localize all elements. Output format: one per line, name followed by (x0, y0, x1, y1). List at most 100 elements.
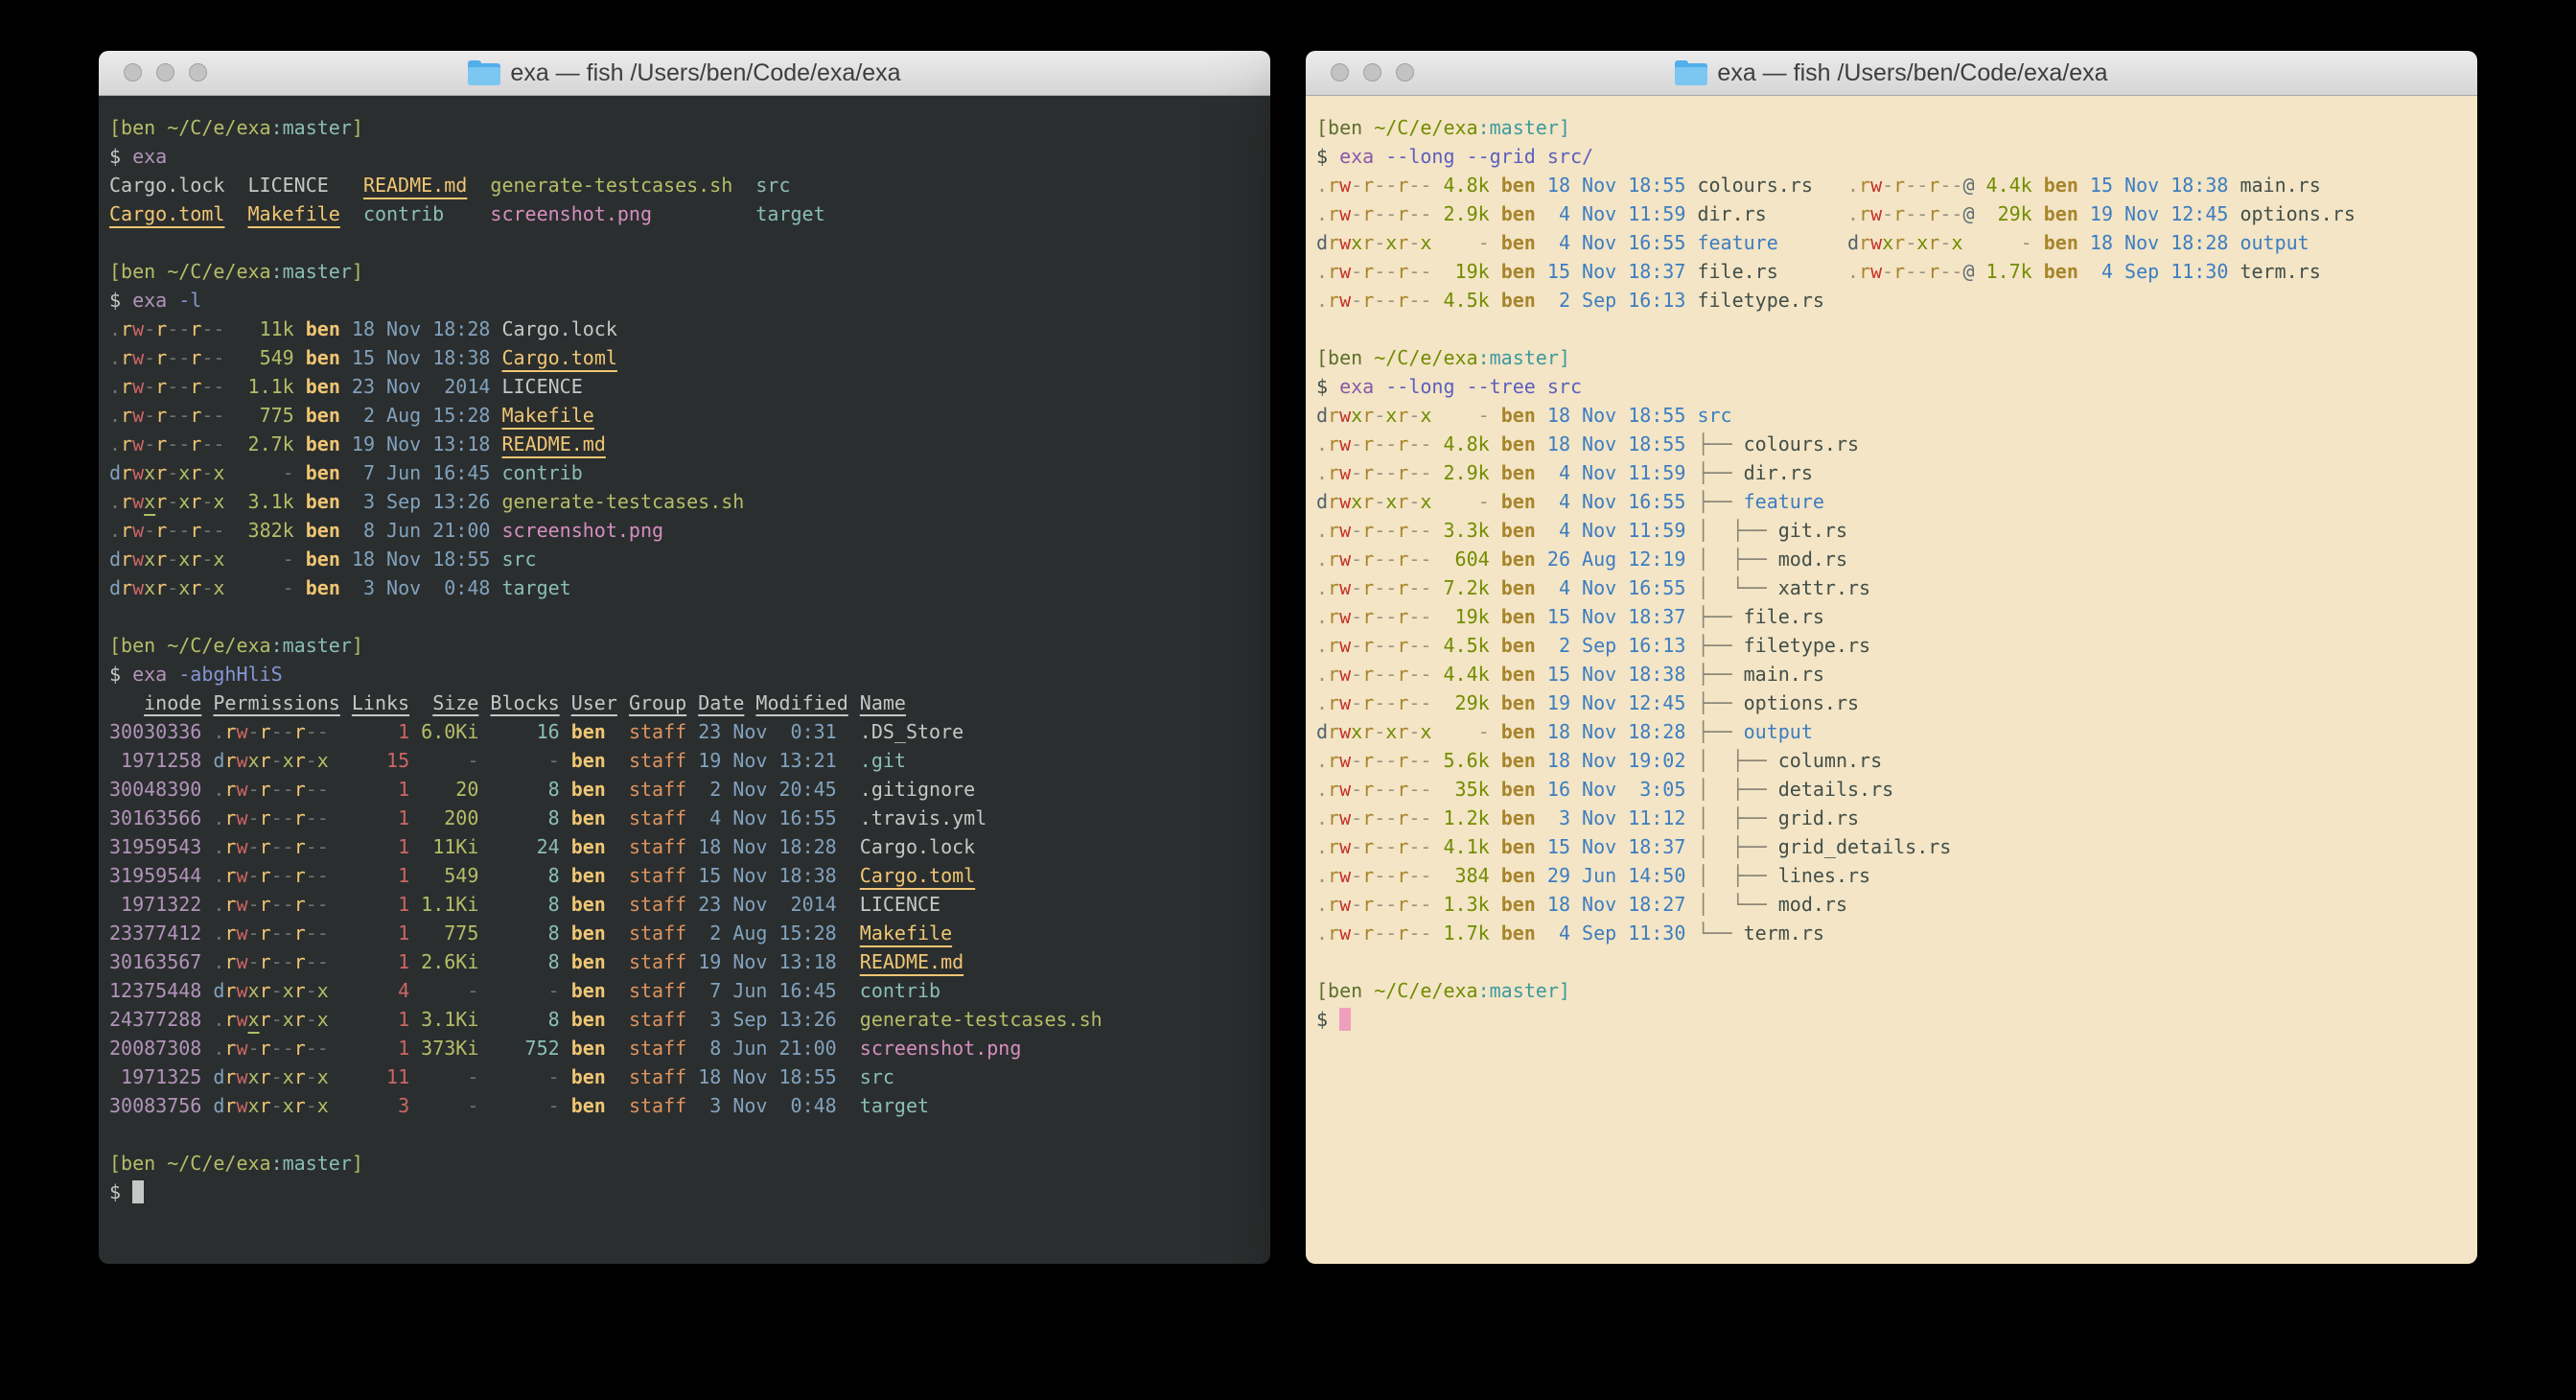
text-run: 15 Nov 18:38 (340, 346, 491, 369)
terminal-line: .rw-r--r-- 2.9k ben 4 Nov 11:59 ├── dir.… (1316, 458, 2477, 487)
text-run: options.rs (1744, 691, 1859, 714)
text-run: - (248, 806, 260, 829)
zoom-button[interactable] (189, 63, 207, 82)
text-run: $ (1316, 145, 1339, 168)
text-run: Blocks (490, 691, 559, 714)
traffic-lights (1331, 63, 1414, 82)
text-run: . (109, 404, 121, 427)
text-run: -- (1408, 548, 1431, 571)
text-run: ben (1490, 289, 1536, 312)
text-run: Date (698, 691, 744, 714)
text-run: ben (1490, 174, 1536, 197)
text-run: . (1847, 174, 1859, 197)
text-run: 7 Jun 16:45 (686, 979, 837, 1002)
text-run: r (224, 922, 236, 945)
text-run: ben (560, 1037, 606, 1060)
text-run: 4 Nov 11:59 (1536, 461, 1686, 484)
text-run: 30083756 (109, 1094, 201, 1117)
terminal-line: .rw-r--r-- 1.2k ben 3 Nov 11:12 │ ├── gr… (1316, 804, 2477, 832)
text-run: d (1316, 231, 1328, 254)
text-run: r (190, 432, 201, 455)
text-run: -- (306, 778, 329, 801)
text-run (744, 691, 755, 714)
text-run: . (1316, 289, 1328, 312)
text-run: -- (1905, 260, 1928, 283)
text-run: - (306, 749, 317, 772)
text-run: │ ├── (1685, 864, 1777, 887)
text-run: w (1870, 231, 1882, 254)
text-run: -- (1408, 893, 1431, 916)
text-run: 16 (478, 720, 559, 743)
text-run: git.rs (1778, 519, 1847, 542)
text-run: w (236, 979, 247, 1002)
text-run: - (167, 548, 178, 571)
text-run: ├── (1685, 720, 1743, 743)
text-run: 19 Nov 12:45 (2078, 202, 2229, 225)
text-run: ben (294, 519, 340, 542)
text-run: - (1882, 260, 1893, 283)
text-run: ben (1490, 576, 1536, 599)
titlebar[interactable]: exa — fish /Users/ben/Code/exa/exa (1306, 51, 2477, 96)
text-run: r (224, 778, 236, 801)
terminal-line: [ben ~/C/e/exa:master] (1316, 113, 2477, 142)
text-run: 1 (329, 864, 409, 887)
text-run: r (1362, 663, 1374, 686)
terminal-window-light: exa — fish /Users/ben/Code/exa/exa [ben … (1306, 51, 2477, 1264)
text-run: ] (352, 634, 363, 657)
text-run: .gitignore (837, 778, 976, 801)
text-run: 18 Nov 18:28 (1536, 720, 1686, 743)
text-run: 15 Nov 18:38 (686, 864, 837, 887)
text-run: r (190, 346, 201, 369)
text-run: target (837, 1094, 929, 1117)
terminal-screen[interactable]: [ben ~/C/e/exa:master]$ exaCargo.lock LI… (99, 96, 1270, 1264)
text-run: -- (1408, 461, 1431, 484)
text-run (490, 346, 501, 369)
text-run: -- (271, 835, 294, 858)
text-run: staff (606, 1065, 686, 1088)
text-run: r (190, 461, 201, 484)
text-run: 4.4k (1975, 174, 2032, 197)
text-run: . (109, 317, 121, 340)
minimize-button[interactable] (156, 63, 174, 82)
text-run: ~/C/e/exa (167, 260, 270, 283)
text-run: x (1420, 404, 1431, 427)
zoom-button[interactable] (1396, 63, 1414, 82)
text-run: . (1316, 174, 1328, 197)
terminal-line: $ exa --long --grid src/ (1316, 142, 2477, 171)
text-run: 24377288 (109, 1008, 201, 1031)
text-run: w (1339, 490, 1351, 513)
text-run: . (1316, 260, 1328, 283)
text-run: r (1362, 202, 1374, 225)
close-button[interactable] (124, 63, 142, 82)
text-run: -- (1408, 864, 1431, 887)
text-run (1374, 375, 1385, 398)
text-run: main.rs (2228, 174, 2320, 197)
text-run: w (1339, 174, 1351, 197)
text-run: x (248, 749, 260, 772)
text-run: feature (1685, 231, 1847, 254)
titlebar[interactable]: exa — fish /Users/ben/Code/exa/exa (99, 51, 1270, 96)
text-run: -- (1374, 835, 1397, 858)
text-run: r (1397, 260, 1408, 283)
terminal-screen[interactable]: [ben ~/C/e/exa:master]$ exa --long --gri… (1306, 96, 2477, 1264)
text-run: [ben (109, 116, 167, 139)
text-run: - (248, 950, 260, 973)
text-run: w (1339, 893, 1351, 916)
terminal-line (1316, 315, 2477, 343)
text-run: staff (606, 1008, 686, 1031)
text-run: r (1362, 461, 1374, 484)
terminal-line: 1971322 .rw-r--r-- 1 1.1Ki 8 ben staff 2… (109, 890, 1270, 919)
minimize-button[interactable] (1363, 63, 1381, 82)
text-run: r (1928, 231, 1939, 254)
text-run: 2.6Ki (409, 950, 478, 973)
terminal-line (109, 228, 1270, 257)
text-run: ben (1490, 691, 1536, 714)
text-run: -- (271, 720, 294, 743)
text-run: 1 (329, 1008, 409, 1031)
text-run: 4 Nov 16:55 (1536, 231, 1686, 254)
text-run: d (213, 1065, 224, 1088)
text-run: ├── (1685, 634, 1743, 657)
text-run: ~/C/e/exa (167, 1152, 270, 1175)
close-button[interactable] (1331, 63, 1349, 82)
text-run: w (132, 346, 144, 369)
